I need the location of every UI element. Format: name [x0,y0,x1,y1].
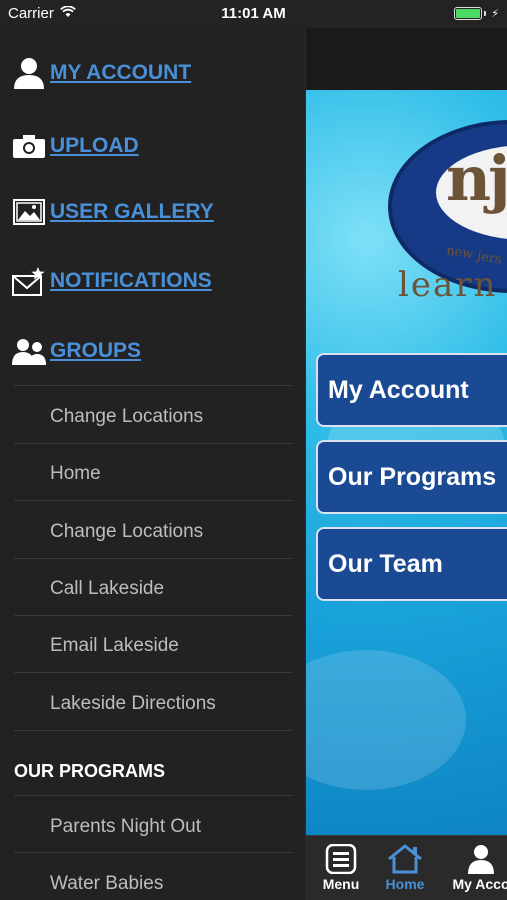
divider [14,385,292,386]
link-label: Parents Night Out [50,816,202,837]
drawer-item-groups[interactable]: GROUPS [0,326,305,376]
drawer-link-change-locations-2[interactable]: Change Locations [14,503,292,560]
clock: 11:01 AM [221,5,286,22]
battery-icon [454,7,483,20]
navigation-bar [306,28,507,90]
tab-menu[interactable]: Menu [306,842,376,892]
drawer-link-upload[interactable]: UPLOAD [50,134,139,158]
section-heading-our-programs: OUR PROGRAMS [14,761,166,781]
drawer-link-user-gallery[interactable]: USER GALLERY [50,200,214,224]
drawer-item-user-gallery[interactable]: USER GALLERY [0,187,305,237]
link-label: Change Locations [50,406,204,427]
camera-icon [12,129,46,163]
tab-home[interactable]: Home [370,842,440,892]
drawer-link-water-babies[interactable]: Water Babies [14,855,292,900]
tab-label: Home [385,876,425,892]
battery-indicator: ⚡ [454,7,499,20]
link-label: Lakeside Directions [50,693,216,714]
drawer-item-notifications[interactable]: NOTIFICATIONS [0,256,305,306]
user-icon [446,842,507,876]
logo-letters: njs [446,142,507,215]
notification-icon [12,264,46,298]
tab-bar: Menu Home My Acco [306,835,507,900]
link-label: Call Lakeside [50,578,165,599]
hero-background: njs new jers learn My Account Our Progra… [306,90,507,835]
drawer-link-home[interactable]: Home [14,445,292,502]
user-icon [12,56,46,90]
drawer-link-notifications[interactable]: NOTIFICATIONS [50,269,212,293]
drawer-item-upload[interactable]: UPLOAD [0,121,305,171]
main-content: njs new jers learn My Account Our Progra… [305,28,507,900]
drawer-link-parents-night-out[interactable]: Parents Night Out [14,798,292,855]
tab-label: Menu [322,876,360,892]
tab-my-account[interactable]: My Acco [446,842,507,892]
home-icon [370,842,440,876]
charging-icon: ⚡ [491,8,499,20]
link-label: Water Babies [50,873,164,894]
link-label: Email Lakeside [50,635,179,656]
tile-our-team[interactable]: Our Team [316,527,507,601]
tile-my-account[interactable]: My Account [316,353,507,427]
drawer-link-lakeside-directions[interactable]: Lakeside Directions [14,675,292,732]
drawer-link-email-lakeside[interactable]: Email Lakeside [14,617,292,674]
link-label: Change Locations [50,521,204,542]
tile-our-programs[interactable]: Our Programs [316,440,507,514]
drawer-link-change-locations[interactable]: Change Locations [14,388,292,445]
gallery-icon [12,195,46,229]
groups-icon [12,334,46,368]
menu-icon [306,842,376,876]
drawer-link-my-account[interactable]: MY ACCOUNT [50,61,191,85]
logo-word: learn [398,265,498,305]
link-label: Home [50,463,101,484]
drawer-item-my-account[interactable]: MY ACCOUNT [0,48,305,98]
tab-label: My Acco [452,876,507,892]
drawer-link-call-lakeside[interactable]: Call Lakeside [14,560,292,617]
side-drawer: MY ACCOUNT UPLOAD USER GALLERY NOTIFICAT… [0,28,305,900]
drawer-link-groups[interactable]: GROUPS [50,339,141,363]
status-bar: Carrier 11:01 AM ⚡ [0,0,507,28]
